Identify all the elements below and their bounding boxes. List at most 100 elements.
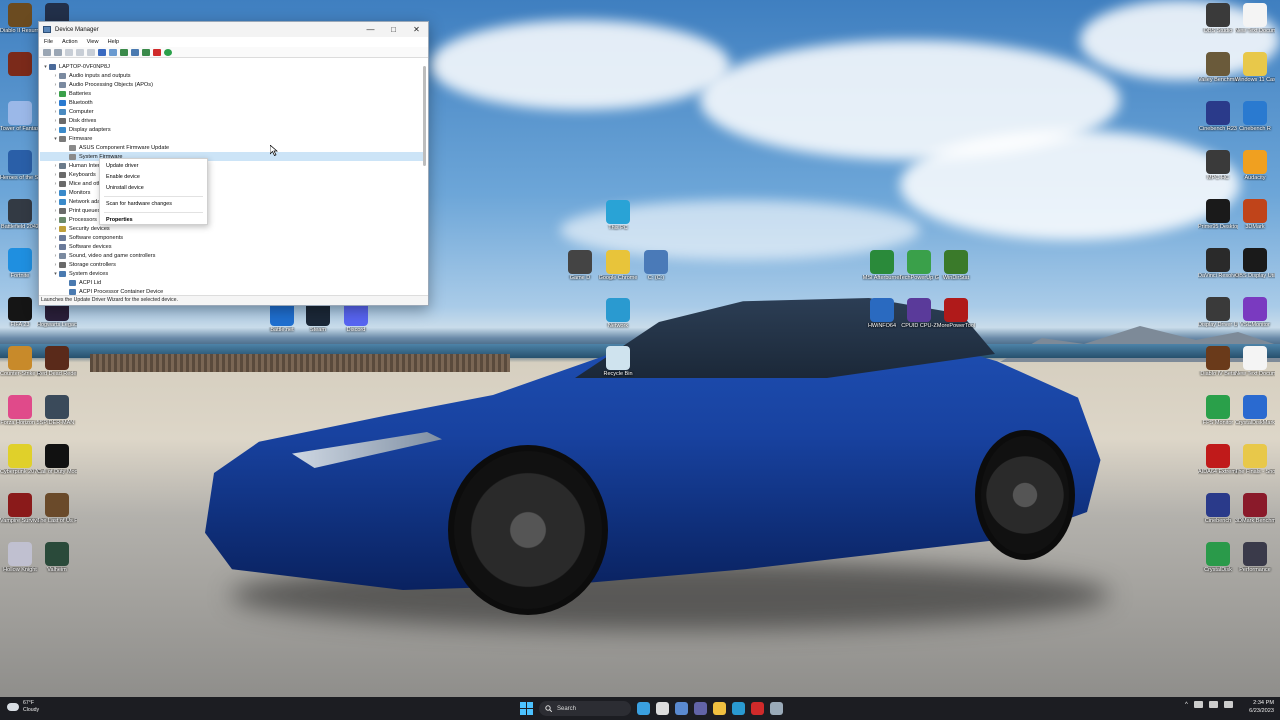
- media-icon[interactable]: [751, 702, 764, 715]
- tree-item[interactable]: ▾ Firmware: [40, 134, 424, 143]
- tree-item[interactable]: › Disk drives: [40, 116, 424, 125]
- desktop-icon-left-22[interactable]: Hollow Knight: [0, 542, 40, 573]
- tree-item[interactable]: › Bluetooth: [40, 98, 424, 107]
- expand-chevron-icon[interactable]: ›: [52, 253, 59, 259]
- desktop-icon-right-23[interactable]: Performance: [1235, 542, 1275, 573]
- scan-hardware-icon[interactable]: [120, 48, 128, 56]
- menu-file[interactable]: File: [44, 39, 53, 45]
- desktop-icon-left-17[interactable]: SPIDER-MAN: [37, 395, 77, 426]
- desktop-icon-middle-6[interactable]: Battle.net: [262, 302, 302, 333]
- search-box[interactable]: Search: [539, 701, 631, 716]
- desktop-icon-right-11[interactable]: OBS Display Utility: [1235, 248, 1275, 279]
- expand-chevron-icon[interactable]: ›: [52, 163, 59, 169]
- tree-item[interactable]: › Software devices: [40, 242, 424, 251]
- expand-chevron-icon[interactable]: ›: [52, 100, 59, 106]
- expand-chevron-icon[interactable]: ›: [52, 91, 59, 97]
- menu-enable-device[interactable]: Enable device: [100, 172, 207, 183]
- menu-update-driver[interactable]: Update driver: [100, 161, 207, 172]
- desktop-icon-left-16[interactable]: Forza Horizon 5: [0, 395, 40, 426]
- desktop-icon-left-18[interactable]: Cyberpunk 2077: [0, 444, 40, 475]
- desktop-icon-left-23[interactable]: Valheim: [37, 542, 77, 573]
- desktop-icon-right-7[interactable]: Audacity: [1235, 150, 1275, 181]
- device-manager-icon[interactable]: [770, 702, 783, 715]
- desktop-icon-middle-0[interactable]: This PC: [598, 200, 638, 231]
- tree-item[interactable]: › Monitors: [40, 188, 424, 197]
- desktop-icon-left-2[interactable]: [0, 52, 40, 77]
- desktop-icon-middle-8[interactable]: Discord: [336, 302, 376, 333]
- copilot-icon[interactable]: [637, 702, 650, 715]
- menu-view[interactable]: View: [87, 39, 99, 45]
- add-driver-icon[interactable]: [131, 48, 139, 56]
- expand-chevron-icon[interactable]: ›: [52, 217, 59, 223]
- desktop-icon-middle-12[interactable]: HWiNFO64: [862, 298, 902, 329]
- uninstall-icon[interactable]: [153, 48, 161, 56]
- tree-item[interactable]: › Computer: [40, 107, 424, 116]
- expand-chevron-icon[interactable]: ›: [52, 262, 59, 268]
- desktop-icon-middle-9[interactable]: MSI Afterburner: [862, 250, 902, 281]
- desktop-icon-left-14[interactable]: Counter-Strike Global Off...: [0, 346, 40, 377]
- desktop-icon-middle-13[interactable]: CPUID CPU-Z: [899, 298, 939, 329]
- desktop-icon-right-18[interactable]: AIDA64 Extreme: [1198, 444, 1238, 475]
- weather-widget[interactable]: 67°F Cloudy: [7, 700, 39, 714]
- tree-item[interactable]: › Sound, video and game controllers: [40, 251, 424, 260]
- expand-chevron-icon[interactable]: ›: [52, 190, 59, 196]
- expand-chevron-icon[interactable]: ›: [52, 82, 59, 88]
- desktop-icon-right-14[interactable]: Diablo IV Beta: [1198, 346, 1238, 377]
- menu-help[interactable]: Help: [108, 39, 120, 45]
- desktop-icon-right-16[interactable]: FPS Monitor: [1198, 395, 1238, 426]
- desktop-icon-left-19[interactable]: Call of Duty Modern Warfare II: [37, 444, 77, 475]
- desktop-icon-right-13[interactable]: VSCMonitor: [1235, 297, 1275, 328]
- menu-scan-hardware[interactable]: Scan for hardware changes: [100, 199, 207, 210]
- desktop-icon-left-6[interactable]: Heroes of the Storm: [0, 150, 40, 181]
- desktop-icon-middle-7[interactable]: Steam: [298, 302, 338, 333]
- desktop-icon-right-1[interactable]: New Text Document: [1235, 3, 1275, 34]
- expand-chevron-icon[interactable]: ›: [52, 127, 59, 133]
- device-tree[interactable]: ▾ LAPTOP-0VF0NP8J › Audio inputs and output…: [40, 62, 424, 295]
- expand-chevron-icon[interactable]: ▾: [52, 136, 59, 142]
- desktop-icon-left-12[interactable]: FIFA 23: [0, 297, 40, 328]
- desktop-icon-middle-1[interactable]: Game D: [560, 250, 600, 281]
- tree-item[interactable]: › Keyboards: [40, 170, 424, 179]
- tree-item[interactable]: › Storage controllers: [40, 260, 424, 269]
- menu-properties[interactable]: Properties: [100, 215, 207, 226]
- enable-icon[interactable]: [164, 48, 172, 56]
- expand-chevron-icon[interactable]: ›: [52, 199, 59, 205]
- desktop-icon-middle-14[interactable]: MorePowerTool: [936, 298, 976, 329]
- desktop-icon-right-8[interactable]: Prime95 Desktop: [1198, 199, 1238, 230]
- expand-chevron-icon[interactable]: ›: [52, 235, 59, 241]
- tree-item[interactable]: › Display adapters: [40, 125, 424, 134]
- task-view-icon[interactable]: [656, 702, 669, 715]
- device-manager-window[interactable]: Device Manager — □ ✕ File Action View He…: [38, 21, 429, 306]
- desktop-icon-left-20[interactable]: Vampire Survivors: [0, 493, 40, 524]
- desktop-icon-right-20[interactable]: Cinebench: [1198, 493, 1238, 524]
- close-button[interactable]: ✕: [405, 22, 428, 37]
- desktop-icon-left-4[interactable]: Tower of Fantasy: [0, 101, 40, 132]
- desktop-icon-middle-4[interactable]: Network: [598, 298, 638, 329]
- expand-chevron-icon[interactable]: ›: [52, 226, 59, 232]
- tree-item[interactable]: ▾ System devices: [40, 269, 424, 278]
- tree-item[interactable]: › Software components: [40, 233, 424, 242]
- desktop-icon-right-22[interactable]: CrystalDisk: [1198, 542, 1238, 573]
- desktop-icon-middle-3[interactable]: C: (C:): [636, 250, 676, 281]
- desktop-icon-right-3[interactable]: Windows 11 Cast Hidden: [1235, 52, 1275, 83]
- desktop-icon-right-6[interactable]: MPC-HC: [1198, 150, 1238, 181]
- desktop-icon-left-15[interactable]: Red Dead Redemption: [37, 346, 77, 377]
- tree-scrollbar[interactable]: [423, 66, 426, 166]
- edge-icon[interactable]: [732, 702, 745, 715]
- tree-item[interactable]: ›Mice and other pointing devices: [40, 179, 424, 188]
- teams-icon[interactable]: [694, 702, 707, 715]
- wifi-icon[interactable]: [1193, 701, 1203, 708]
- file-explorer-icon[interactable]: [713, 702, 726, 715]
- tree-item[interactable]: System Firmware: [40, 152, 424, 161]
- desktop-icon-right-9[interactable]: 3DMark: [1235, 199, 1275, 230]
- desktop-icon-right-17[interactable]: CrystalDiskMark: [1235, 395, 1275, 426]
- tree-item[interactable]: ACPI Processor Container Device: [40, 287, 424, 295]
- properties-icon[interactable]: [76, 48, 84, 56]
- expand-chevron-icon[interactable]: ›: [52, 244, 59, 250]
- tree-item[interactable]: ›Human Interface Devices: [40, 161, 424, 170]
- desktop-icon-left-8[interactable]: Battlefield 2042: [0, 199, 40, 230]
- expand-chevron-icon[interactable]: ›: [52, 73, 59, 79]
- desktop-icon-right-19[interactable]: The Finals - Shortcut: [1235, 444, 1275, 475]
- desktop-icon-middle-11[interactable]: WinDirStat: [936, 250, 976, 281]
- desktop-icon-right-4[interactable]: Cinebench R23: [1198, 101, 1238, 132]
